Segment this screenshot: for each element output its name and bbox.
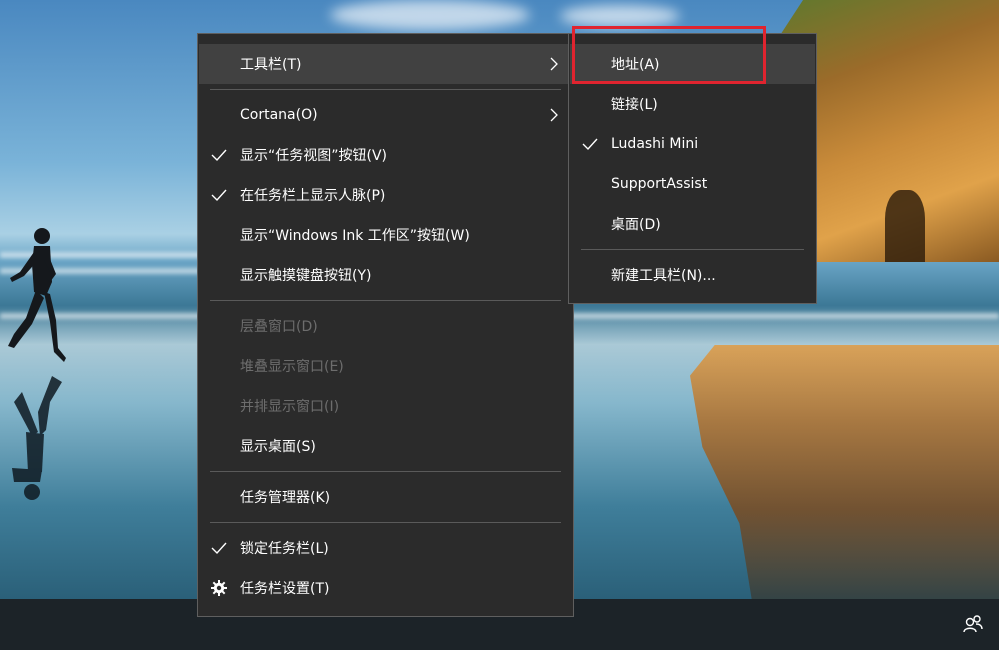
menu-item-label: 链接(L)	[611, 97, 658, 113]
menu-item-label: 桌面(D)	[611, 217, 661, 233]
wallpaper-runner	[8, 228, 66, 362]
menu-item-label: Ludashi Mini	[611, 136, 699, 152]
menu-item-lock-taskbar[interactable]: 锁定任务栏(L)	[199, 528, 572, 568]
menu-item-toolbars[interactable]: 工具栏(T)	[199, 44, 572, 84]
wallpaper-runner-reflection	[12, 376, 62, 500]
menu-item-task-manager[interactable]: 任务管理器(K)	[199, 477, 572, 517]
menu-item-label: 层叠窗口(D)	[240, 319, 318, 335]
taskbar-context-menu: 工具栏(T) Cortana(O) 显示“任务视图”按钮(V) 在任务栏上显示人…	[197, 33, 574, 617]
chevron-right-icon	[550, 57, 558, 71]
menu-item-label: 并排显示窗口(I)	[240, 399, 340, 415]
menu-separator	[210, 522, 561, 523]
menu-item-taskbar-settings[interactable]: 任务栏设置(T)	[199, 568, 572, 608]
menu-item-label: 显示桌面(S)	[240, 439, 316, 455]
checkmark-icon	[211, 542, 227, 555]
submenu-item-desktop[interactable]: 桌面(D)	[570, 204, 815, 244]
menu-item-label: 任务栏设置(T)	[240, 581, 330, 597]
menu-item-stack-windows: 堆叠显示窗口(E)	[199, 346, 572, 386]
menu-item-label: 锁定任务栏(L)	[240, 541, 329, 557]
people-icon[interactable]	[961, 612, 985, 636]
menu-item-cortana[interactable]: Cortana(O)	[199, 95, 572, 135]
submenu-item-links[interactable]: 链接(L)	[570, 84, 815, 124]
menu-item-label: 任务管理器(K)	[240, 490, 331, 506]
menu-item-label: 显示“任务视图”按钮(V)	[240, 148, 388, 164]
checkmark-icon	[211, 189, 227, 202]
annotation-highlight-box	[572, 26, 766, 84]
submenu-item-new-toolbar[interactable]: 新建工具栏(N)...	[570, 255, 815, 295]
menu-item-show-touch-keyboard-button[interactable]: 显示触摸键盘按钮(Y)	[199, 255, 572, 295]
menu-item-label: Cortana(O)	[240, 107, 318, 123]
submenu-item-supportassist[interactable]: SupportAssist	[570, 164, 815, 204]
wallpaper-cave	[885, 190, 925, 262]
menu-item-label: SupportAssist	[611, 176, 708, 192]
chevron-right-icon	[550, 108, 558, 122]
menu-separator	[210, 471, 561, 472]
menu-separator	[210, 89, 561, 90]
menu-item-show-windows-ink-button[interactable]: 显示“Windows Ink 工作区”按钮(W)	[199, 215, 572, 255]
checkmark-icon	[582, 138, 598, 151]
wallpaper-cloud	[560, 5, 680, 27]
menu-separator	[210, 300, 561, 301]
menu-item-cascade-windows: 层叠窗口(D)	[199, 306, 572, 346]
menu-item-show-people[interactable]: 在任务栏上显示人脉(P)	[199, 175, 572, 215]
menu-item-label: 堆叠显示窗口(E)	[240, 359, 344, 375]
menu-item-label: 在任务栏上显示人脉(P)	[240, 188, 386, 204]
menu-item-label: 显示“Windows Ink 工作区”按钮(W)	[240, 228, 470, 244]
submenu-item-ludashi-mini[interactable]: Ludashi Mini	[570, 124, 815, 164]
menu-separator	[581, 249, 804, 250]
menu-item-show-desktop[interactable]: 显示桌面(S)	[199, 426, 572, 466]
gear-icon	[211, 580, 227, 596]
wallpaper-cliff-reflection	[690, 345, 999, 600]
menu-item-show-task-view-button[interactable]: 显示“任务视图”按钮(V)	[199, 135, 572, 175]
wallpaper-cloud	[330, 0, 530, 30]
menu-item-label: 显示触摸键盘按钮(Y)	[240, 268, 372, 284]
menu-item-side-by-side-windows: 并排显示窗口(I)	[199, 386, 572, 426]
menu-item-label: 新建工具栏(N)...	[611, 268, 716, 284]
checkmark-icon	[211, 149, 227, 162]
menu-item-label: 工具栏(T)	[240, 57, 302, 73]
